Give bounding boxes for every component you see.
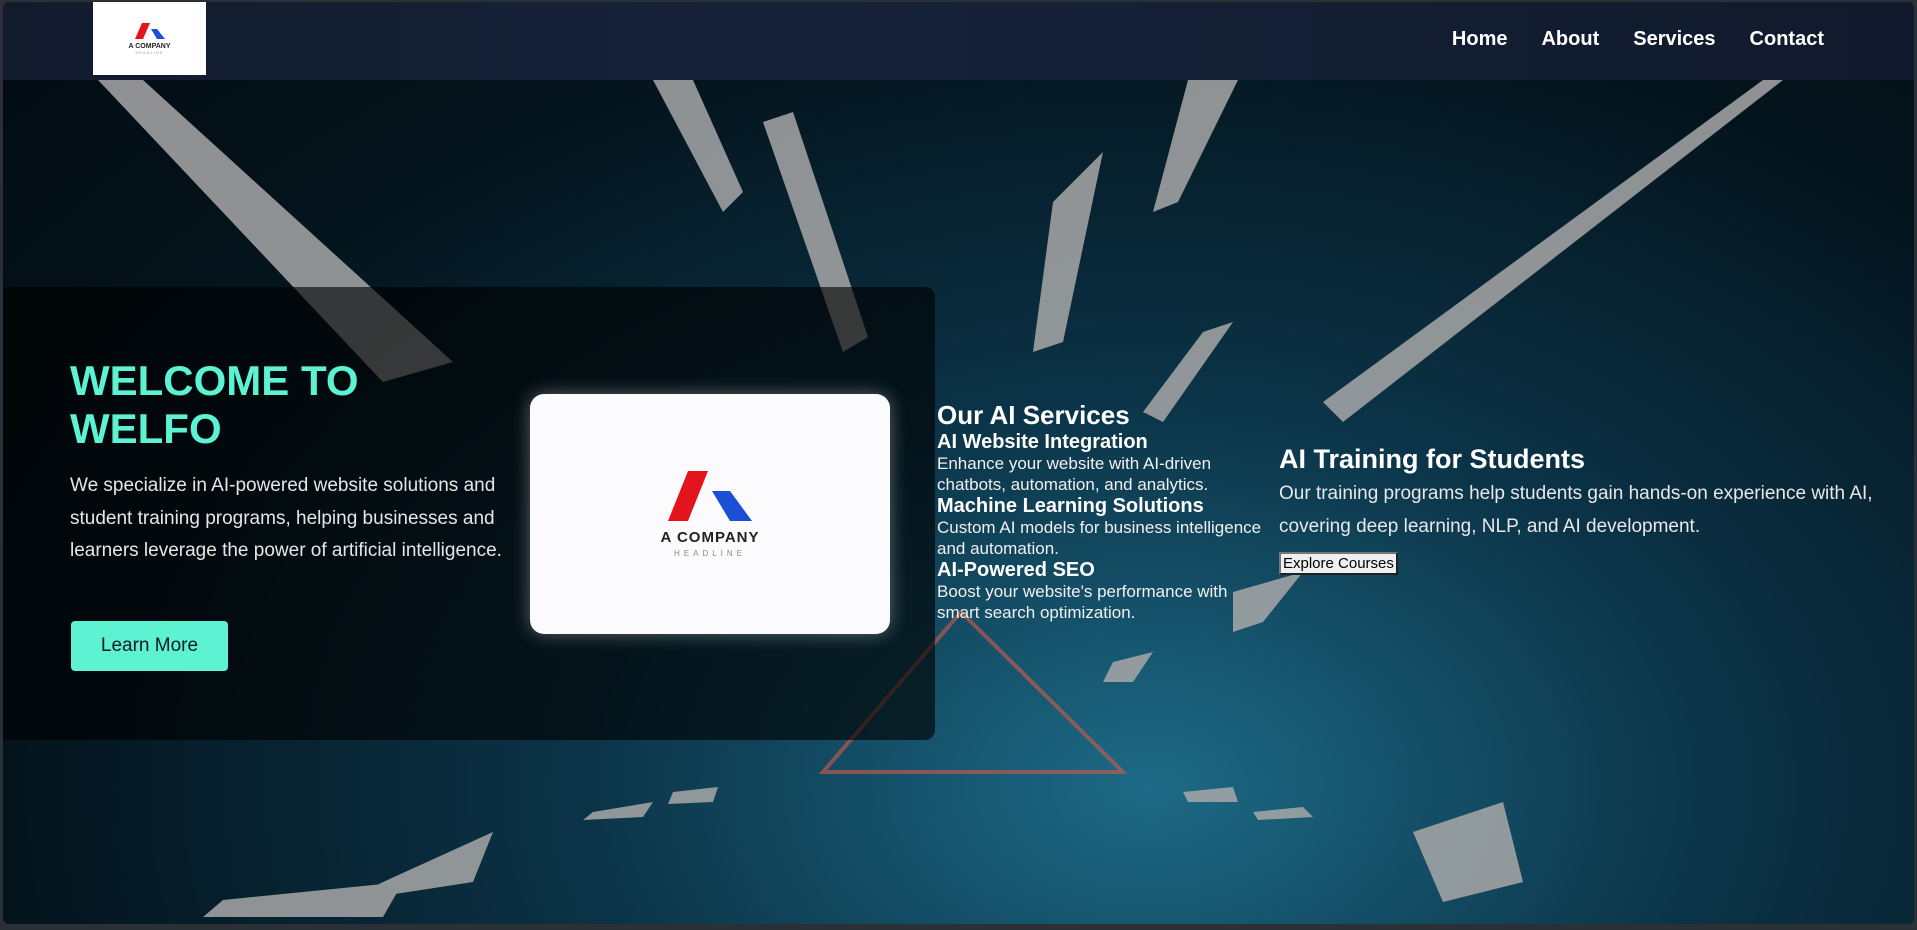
training-section: AI Training for Students Our training pr… — [1279, 443, 1914, 575]
nav-logo[interactable]: A COMPANY HEADLINE — [93, 2, 206, 75]
explore-courses-button[interactable]: Explore Courses — [1279, 552, 1398, 575]
training-description: Our training programs help students gain… — [1279, 483, 1873, 537]
service-item: AI-Powered SEO Boost your website's perf… — [937, 559, 1267, 623]
service-description: Boost your website's performance with sm… — [937, 582, 1228, 622]
services-section: Our AI Services AI Website Integration E… — [937, 399, 1267, 623]
service-title: AI-Powered SEO — [937, 559, 1095, 581]
service-description: Custom AI models for business intelligen… — [937, 518, 1262, 558]
learn-more-button[interactable]: Learn More — [71, 621, 228, 671]
service-item: Machine Learning Solutions Custom AI mod… — [937, 495, 1267, 559]
nav-logo-subtext: HEADLINE — [135, 49, 164, 55]
service-title: Machine Learning Solutions — [937, 495, 1204, 517]
services-heading: Our AI Services — [937, 400, 1130, 430]
company-logo-large-icon — [668, 470, 752, 521]
hero-description: We specialize in AI-powered website solu… — [70, 475, 502, 561]
nav-link-services[interactable]: Services — [1633, 28, 1715, 51]
hero-panel: WELCOME TO WELFO We specialize in AI-pow… — [3, 287, 935, 740]
card-logo-text: A COMPANY — [660, 528, 760, 546]
company-logo-icon — [134, 22, 165, 39]
page: A COMPANY HEADLINE Home About Services C… — [3, 2, 1914, 924]
nav-logo-text: A COMPANY — [128, 42, 171, 50]
service-title: AI Website Integration — [937, 431, 1148, 453]
nav-links: Home About Services Contact — [1452, 28, 1824, 51]
nav-link-contact[interactable]: Contact — [1750, 28, 1824, 51]
nav-link-about[interactable]: About — [1541, 28, 1599, 51]
service-item: AI Website Integration Enhance your webs… — [937, 431, 1267, 495]
navbar: A COMPANY HEADLINE Home About Services C… — [3, 2, 1914, 80]
card-logo-subtext: HEADLINE — [673, 548, 746, 558]
hero-title: WELCOME TO WELFO — [70, 357, 359, 452]
training-heading: AI Training for Students — [1279, 444, 1586, 474]
service-description: Enhance your website with AI-driven chat… — [937, 454, 1212, 494]
company-logo-card: A COMPANY HEADLINE — [530, 394, 890, 634]
nav-link-home[interactable]: Home — [1452, 28, 1508, 51]
